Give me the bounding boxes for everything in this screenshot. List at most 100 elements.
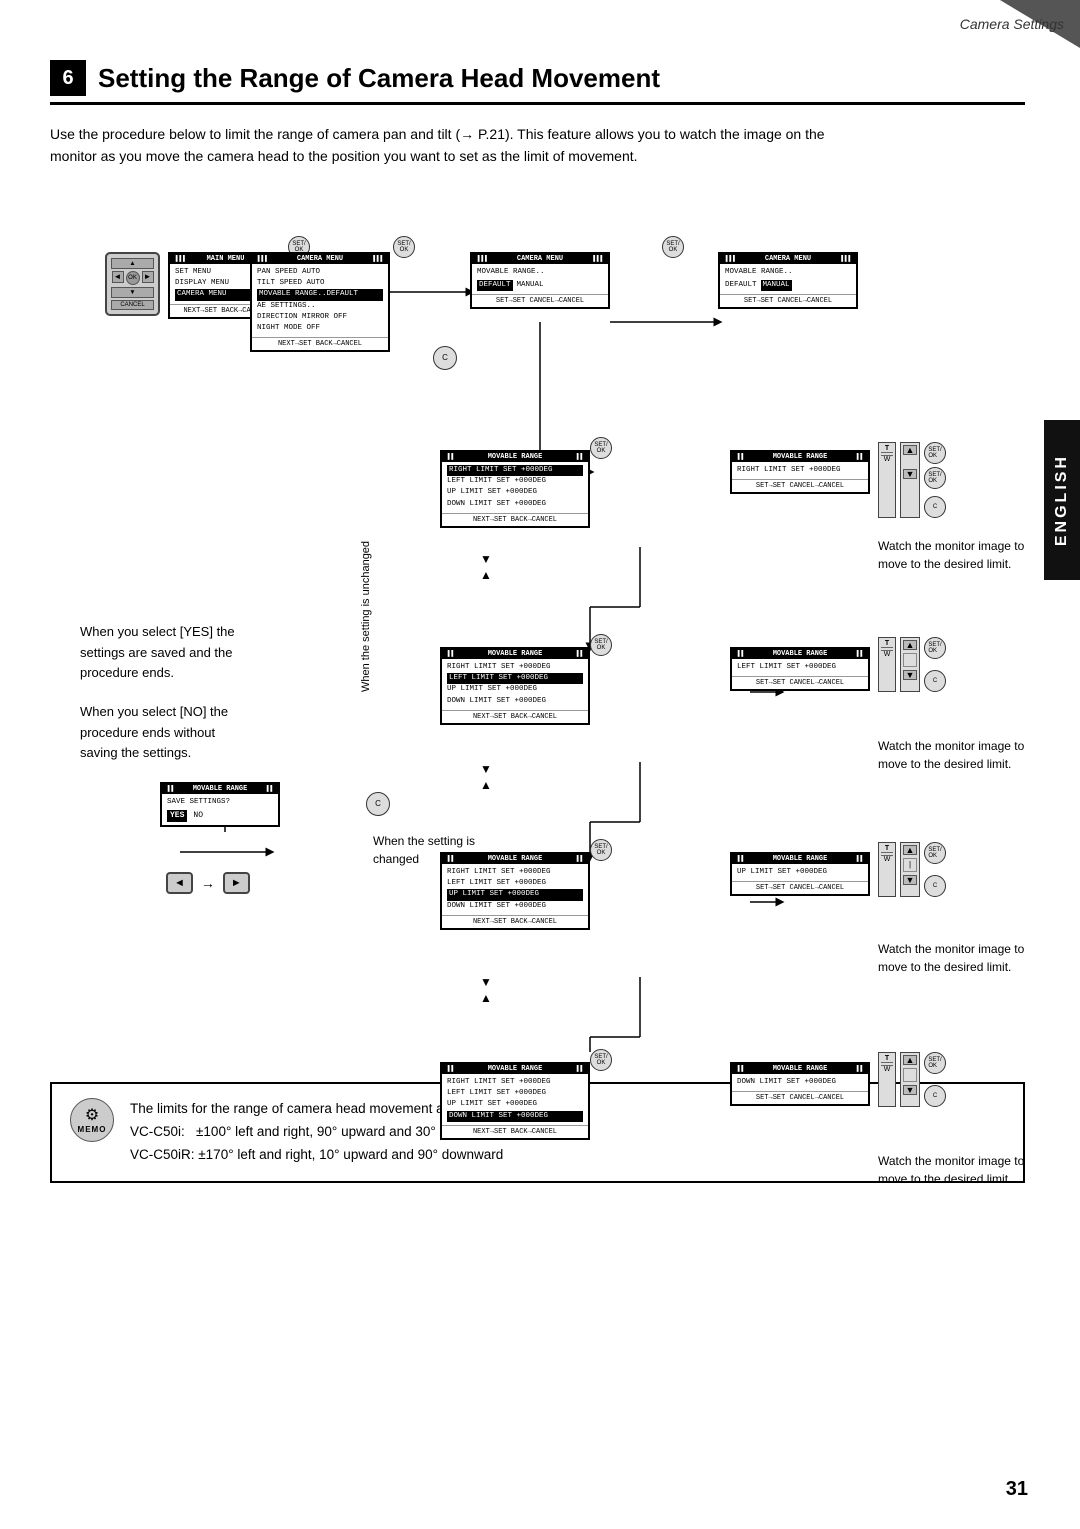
nav-arrows-1: ▼ ▲ [480,552,492,582]
camera-menu-1-footer: NEXT→SET BACK→CANCEL [252,337,388,350]
camera-menu-manual-title: CAMERA MENU [720,254,856,264]
movable-range-down-set-box: ▐▐ MOVABLE RANGE ▌▌ DOWN LIMIT SET +000D… [730,1062,870,1106]
mr-down-item-4: DOWN LIMIT SET +000DEG [447,1111,583,1122]
camera-ae-settings: AE SETTINGS.. [257,301,383,312]
vertical-note-unchanged: When the setting is unchanged [360,392,372,692]
remote-controller-main: ▲ ◄ OK ► ▼ CANCEL [105,252,160,316]
mr-left-list-title: ▐▐ MOVABLE RANGE ▌▌ [442,649,588,659]
note-no: When you select [NO] theprocedure ends w… [80,702,228,764]
bottom-nav: ◄ → ► [166,872,250,894]
camera-menu-default-box: CAMERA MENU MOVABLE RANGE.. DEFAULT MANU… [470,252,610,310]
setok-btn-5: SET/OK [590,634,612,656]
when-changed-text: When the setting ischanged [373,832,475,868]
movable-range-right-set-box: ▐▐ MOVABLE RANGE ▌▌ RIGHT LIMIT SET +000… [730,450,870,494]
mr-left-set-footer: SET→SET CANCEL→CANCEL [732,676,868,689]
memo-icon: ⚙ MEMO [70,1098,114,1142]
camera-menu-manual-footer: SET→SET CANCEL→CANCEL [720,294,856,307]
mr-left-item-1: LEFT LIMIT SET +000DEG [447,476,583,487]
movable-range-down-list: ▐▐ MOVABLE RANGE ▌▌ RIGHT LIMIT SET +000… [440,1062,590,1140]
mr-up-list-footer: NEXT→SET BACK→CANCEL [442,915,588,928]
main-content: 6 Setting the Range of Camera Head Movem… [50,60,1025,1183]
camera-menu-default-footer: SET→SET CANCEL→CANCEL [472,294,608,307]
english-tab: ENGLISH [1044,420,1080,580]
camera-pan-speed: PAN SPEED AUTO [257,267,383,278]
watch-text-4: Watch the monitor image tomove to the de… [878,1152,1024,1188]
nav-arrows-2: ▼ ▲ [480,762,492,792]
mr-up-set-body: UP LIMIT SET +000DEG [732,864,868,881]
mr-up-set-title: ▐▐ MOVABLE RANGE ▌▌ [732,854,868,864]
save-settings-body: SAVE SETTINGS? YES NO [162,794,278,825]
intro-text: Use the procedure below to limit the ran… [50,123,870,168]
camera-menu-1-box: CAMERA MENU PAN SPEED AUTO TILT SPEED AU… [250,252,390,353]
mr-down-item-2: DOWN LIMIT SET +000DEG [447,696,583,707]
mr-right-item-2: RIGHT LIMIT SET +000DEG [447,662,583,673]
section-title: Setting the Range of Camera Head Movemen… [98,63,660,94]
mr-up-item-4: UP LIMIT SET +000DEG [447,1099,583,1110]
mr-left-list-footer: NEXT→SET BACK→CANCEL [442,710,588,723]
mr-up-item-3: UP LIMIT SET +000DEG [447,889,583,900]
setok-right-1: SET/OK [924,442,946,464]
camera-night-mode: NIGHT MODE OFF [257,323,383,334]
mr-right-item: RIGHT LIMIT SET +000DEG [447,465,583,476]
camera-menu-default-title: CAMERA MENU [472,254,608,264]
setok-btn-2: SET/OK [393,236,415,258]
camera-movable-range: MOVABLE RANGE..DEFAULT [257,289,383,300]
save-settings-question: SAVE SETTINGS? [167,797,273,808]
mr-left-item-4: LEFT LIMIT SET +000DEG [447,1088,583,1099]
camera-ctrl-down: T W ▲ ▼ SET/OK C [878,1052,946,1107]
mr-right-set-title: ▐▐ MOVABLE RANGE ▌▌ [732,452,868,462]
movable-range-left-set-box: ▐▐ MOVABLE RANGE ▌▌ LEFT LIMIT SET +000D… [730,647,870,691]
mr-up-item-1: UP LIMIT SET +000DEG [447,487,583,498]
mr-right-list-title: ▐▐ MOVABLE RANGE ▌▌ [442,452,588,462]
cancel-right-1: C [924,496,946,518]
page-number: 31 [1006,1478,1028,1501]
cancel-btn-1: C [433,346,457,370]
camera-menu-default-body: MOVABLE RANGE.. DEFAULT MANUAL [472,264,608,295]
mr-up-item-2: UP LIMIT SET +000DEG [447,684,583,695]
mr-down-set-footer: SET→SET CANCEL→CANCEL [732,1091,868,1104]
setok-btn-6: SET/OK [590,839,612,861]
mr-down-item-1: DOWN LIMIT SET +000DEG [447,499,583,510]
save-settings-title: ▐▐ MOVABLE RANGE ▌▌ [162,784,278,794]
mr-right-list-body: RIGHT LIMIT SET +000DEG LEFT LIMIT SET +… [442,462,588,513]
setok-btn-4: SET/OK [590,437,612,459]
mr-right-item-3: RIGHT LIMIT SET +000DEG [447,867,583,878]
section-header: 6 Setting the Range of Camera Head Movem… [50,60,1025,105]
mr-down-list-title: ▐▐ MOVABLE RANGE ▌▌ [442,1064,588,1074]
diagram-area: ▲ ◄ OK ► ▼ CANCEL MAIN MENU SET MENU DIS… [50,192,1025,1052]
save-settings-box: ▐▐ MOVABLE RANGE ▌▌ SAVE SETTINGS? YES N… [160,782,280,827]
watch-text-3: Watch the monitor image tomove to the de… [878,940,1024,976]
mr-down-list-body: RIGHT LIMIT SET +000DEG LEFT LIMIT SET +… [442,1074,588,1125]
camera-tilt-speed: TILT SPEED AUTO [257,278,383,289]
setok-btn-3: SET/OK [662,236,684,258]
mr-left-list-body: RIGHT LIMIT SET +000DEG LEFT LIMIT SET +… [442,659,588,710]
mr-down-set-title: ▐▐ MOVABLE RANGE ▌▌ [732,1064,868,1074]
watch-text-2: Watch the monitor image tomove to the de… [878,737,1024,773]
header: Camera Settings [800,0,1080,48]
camera-ctrl-left: T W ▲ ▼ SET/OK C [878,637,946,692]
camera-menu-manual-box: CAMERA MENU MOVABLE RANGE.. DEFAULT MANU… [718,252,858,310]
mr-down-set-body: DOWN LIMIT SET +000DEG [732,1074,868,1091]
mr-up-list-body: RIGHT LIMIT SET +000DEG LEFT LIMIT SET +… [442,864,588,915]
movable-range-left-list: ▐▐ MOVABLE RANGE ▌▌ RIGHT LIMIT SET +000… [440,647,590,725]
mr-right-set-footer: SET→SET CANCEL→CANCEL [732,479,868,492]
watch-text-1: Watch the monitor image tomove to the de… [878,537,1024,573]
movable-range-up-set-box: ▐▐ MOVABLE RANGE ▌▌ UP LIMIT SET +000DEG… [730,852,870,896]
mr-right-item-4: RIGHT LIMIT SET +000DEG [447,1077,583,1088]
mr-up-set-footer: SET→SET CANCEL→CANCEL [732,881,868,894]
mr-down-list-footer: NEXT→SET BACK→CANCEL [442,1125,588,1138]
mr-left-set-body: LEFT LIMIT SET +000DEG [732,659,868,676]
mr-down-item-3: DOWN LIMIT SET +000DEG [447,901,583,912]
mr-down-set-item: DOWN LIMIT SET +000DEG [737,1077,863,1088]
mr-right-set-item: RIGHT LIMIT SET +000DEG [737,465,863,476]
header-title: Camera Settings [960,16,1064,32]
setok-btn-7: SET/OK [590,1049,612,1071]
note-yes: When you select [YES] thesettings are sa… [80,622,235,684]
camera-menu-1-title: CAMERA MENU [252,254,388,264]
section-number: 6 [50,60,86,96]
setok-right-2: SET/OK [924,467,946,489]
camera-menu-1-body: PAN SPEED AUTO TILT SPEED AUTO MOVABLE R… [252,264,388,338]
movable-range-right-list: ▐▐ MOVABLE RANGE ▌▌ RIGHT LIMIT SET +000… [440,450,590,528]
english-tab-text: ENGLISH [1053,454,1071,546]
camera-direction-mirror: DIRECTION MIRROR OFF [257,312,383,323]
